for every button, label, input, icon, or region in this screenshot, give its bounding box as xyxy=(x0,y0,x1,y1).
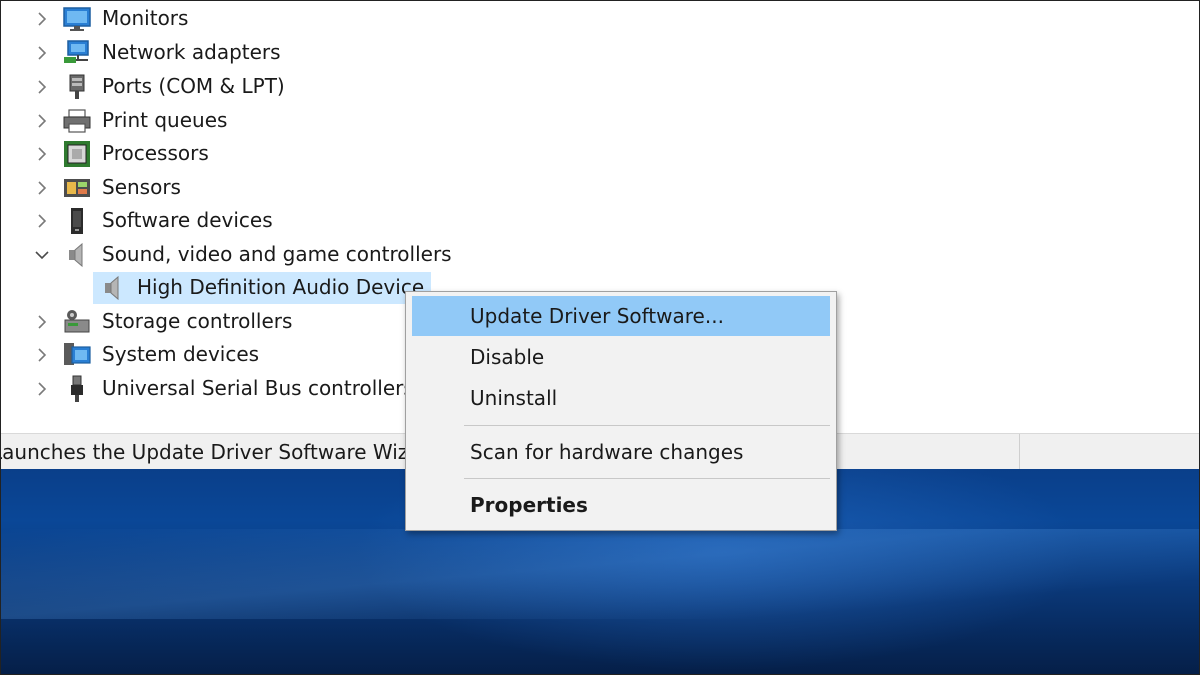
tree-item-software-devices[interactable]: Software devices xyxy=(1,205,601,237)
menu-item-uninstall[interactable]: Uninstall xyxy=(412,378,830,418)
chevron-right-icon[interactable] xyxy=(32,379,52,399)
network-adapter-icon xyxy=(62,39,92,67)
tree-item-sensors[interactable]: Sensors xyxy=(1,172,601,204)
tree-item-label: Storage controllers xyxy=(102,309,293,333)
storage-controller-icon xyxy=(62,308,92,336)
tree-item-label: Software devices xyxy=(102,208,273,232)
tree-item-monitors[interactable]: Monitors xyxy=(1,3,601,35)
menu-item-scan-for-hardware-changes[interactable]: Scan for hardware changes xyxy=(412,432,830,472)
menu-item-label: Properties xyxy=(470,493,588,517)
chevron-down-icon[interactable] xyxy=(32,245,52,265)
status-bar-divider xyxy=(1019,434,1020,470)
menu-item-update-driver-software[interactable]: Update Driver Software... xyxy=(412,296,830,336)
system-device-icon xyxy=(62,341,92,369)
context-menu: Update Driver Software... Disable Uninst… xyxy=(405,291,837,531)
tree-item-network-adapters[interactable]: Network adapters xyxy=(1,37,601,69)
menu-separator xyxy=(464,478,830,479)
chevron-right-icon[interactable] xyxy=(32,43,52,63)
software-device-icon xyxy=(62,207,92,235)
speaker-icon xyxy=(98,274,128,302)
chevron-right-icon[interactable] xyxy=(32,211,52,231)
menu-item-label: Uninstall xyxy=(470,386,558,410)
tree-item-ports[interactable]: Ports (COM & LPT) xyxy=(1,71,601,103)
processor-icon xyxy=(62,140,92,168)
tree-item-label: Universal Serial Bus controllers xyxy=(102,376,414,400)
device-manager-window: Monitors Network adapters Ports (COM & L… xyxy=(0,0,1200,675)
tree-item-print-queues[interactable]: Print queues xyxy=(1,105,601,137)
tree-item-label: Print queues xyxy=(102,108,228,132)
speaker-icon xyxy=(62,241,92,269)
tree-item-label: Monitors xyxy=(102,6,189,30)
tree-item-processors[interactable]: Processors xyxy=(1,138,601,170)
tree-item-sound-video-game-controllers[interactable]: Sound, video and game controllers xyxy=(1,239,601,271)
tree-item-label: Network adapters xyxy=(102,40,281,64)
chevron-right-icon[interactable] xyxy=(32,144,52,164)
menu-item-label: Disable xyxy=(470,345,545,369)
tree-item-label: Processors xyxy=(102,141,209,165)
chevron-right-icon[interactable] xyxy=(32,312,52,332)
chevron-right-icon[interactable] xyxy=(32,9,52,29)
tree-item-label: Sound, video and game controllers xyxy=(102,242,452,266)
port-icon xyxy=(62,73,92,101)
menu-item-label: Scan for hardware changes xyxy=(470,440,744,464)
printer-icon xyxy=(62,107,92,135)
monitor-icon xyxy=(62,5,92,33)
chevron-right-icon[interactable] xyxy=(32,77,52,97)
tree-item-label: Sensors xyxy=(102,175,181,199)
tree-item-label: High Definition Audio Device xyxy=(137,275,425,299)
menu-separator xyxy=(464,425,830,426)
tree-item-label: Ports (COM & LPT) xyxy=(102,74,285,98)
chevron-right-icon[interactable] xyxy=(32,345,52,365)
sensor-icon xyxy=(62,174,92,202)
tree-item-label: System devices xyxy=(102,342,260,366)
menu-item-properties[interactable]: Properties xyxy=(412,485,830,525)
menu-item-label: Update Driver Software... xyxy=(470,304,724,328)
menu-item-disable[interactable]: Disable xyxy=(412,337,830,377)
chevron-right-icon[interactable] xyxy=(32,178,52,198)
usb-icon xyxy=(62,375,92,403)
chevron-right-icon[interactable] xyxy=(32,111,52,131)
